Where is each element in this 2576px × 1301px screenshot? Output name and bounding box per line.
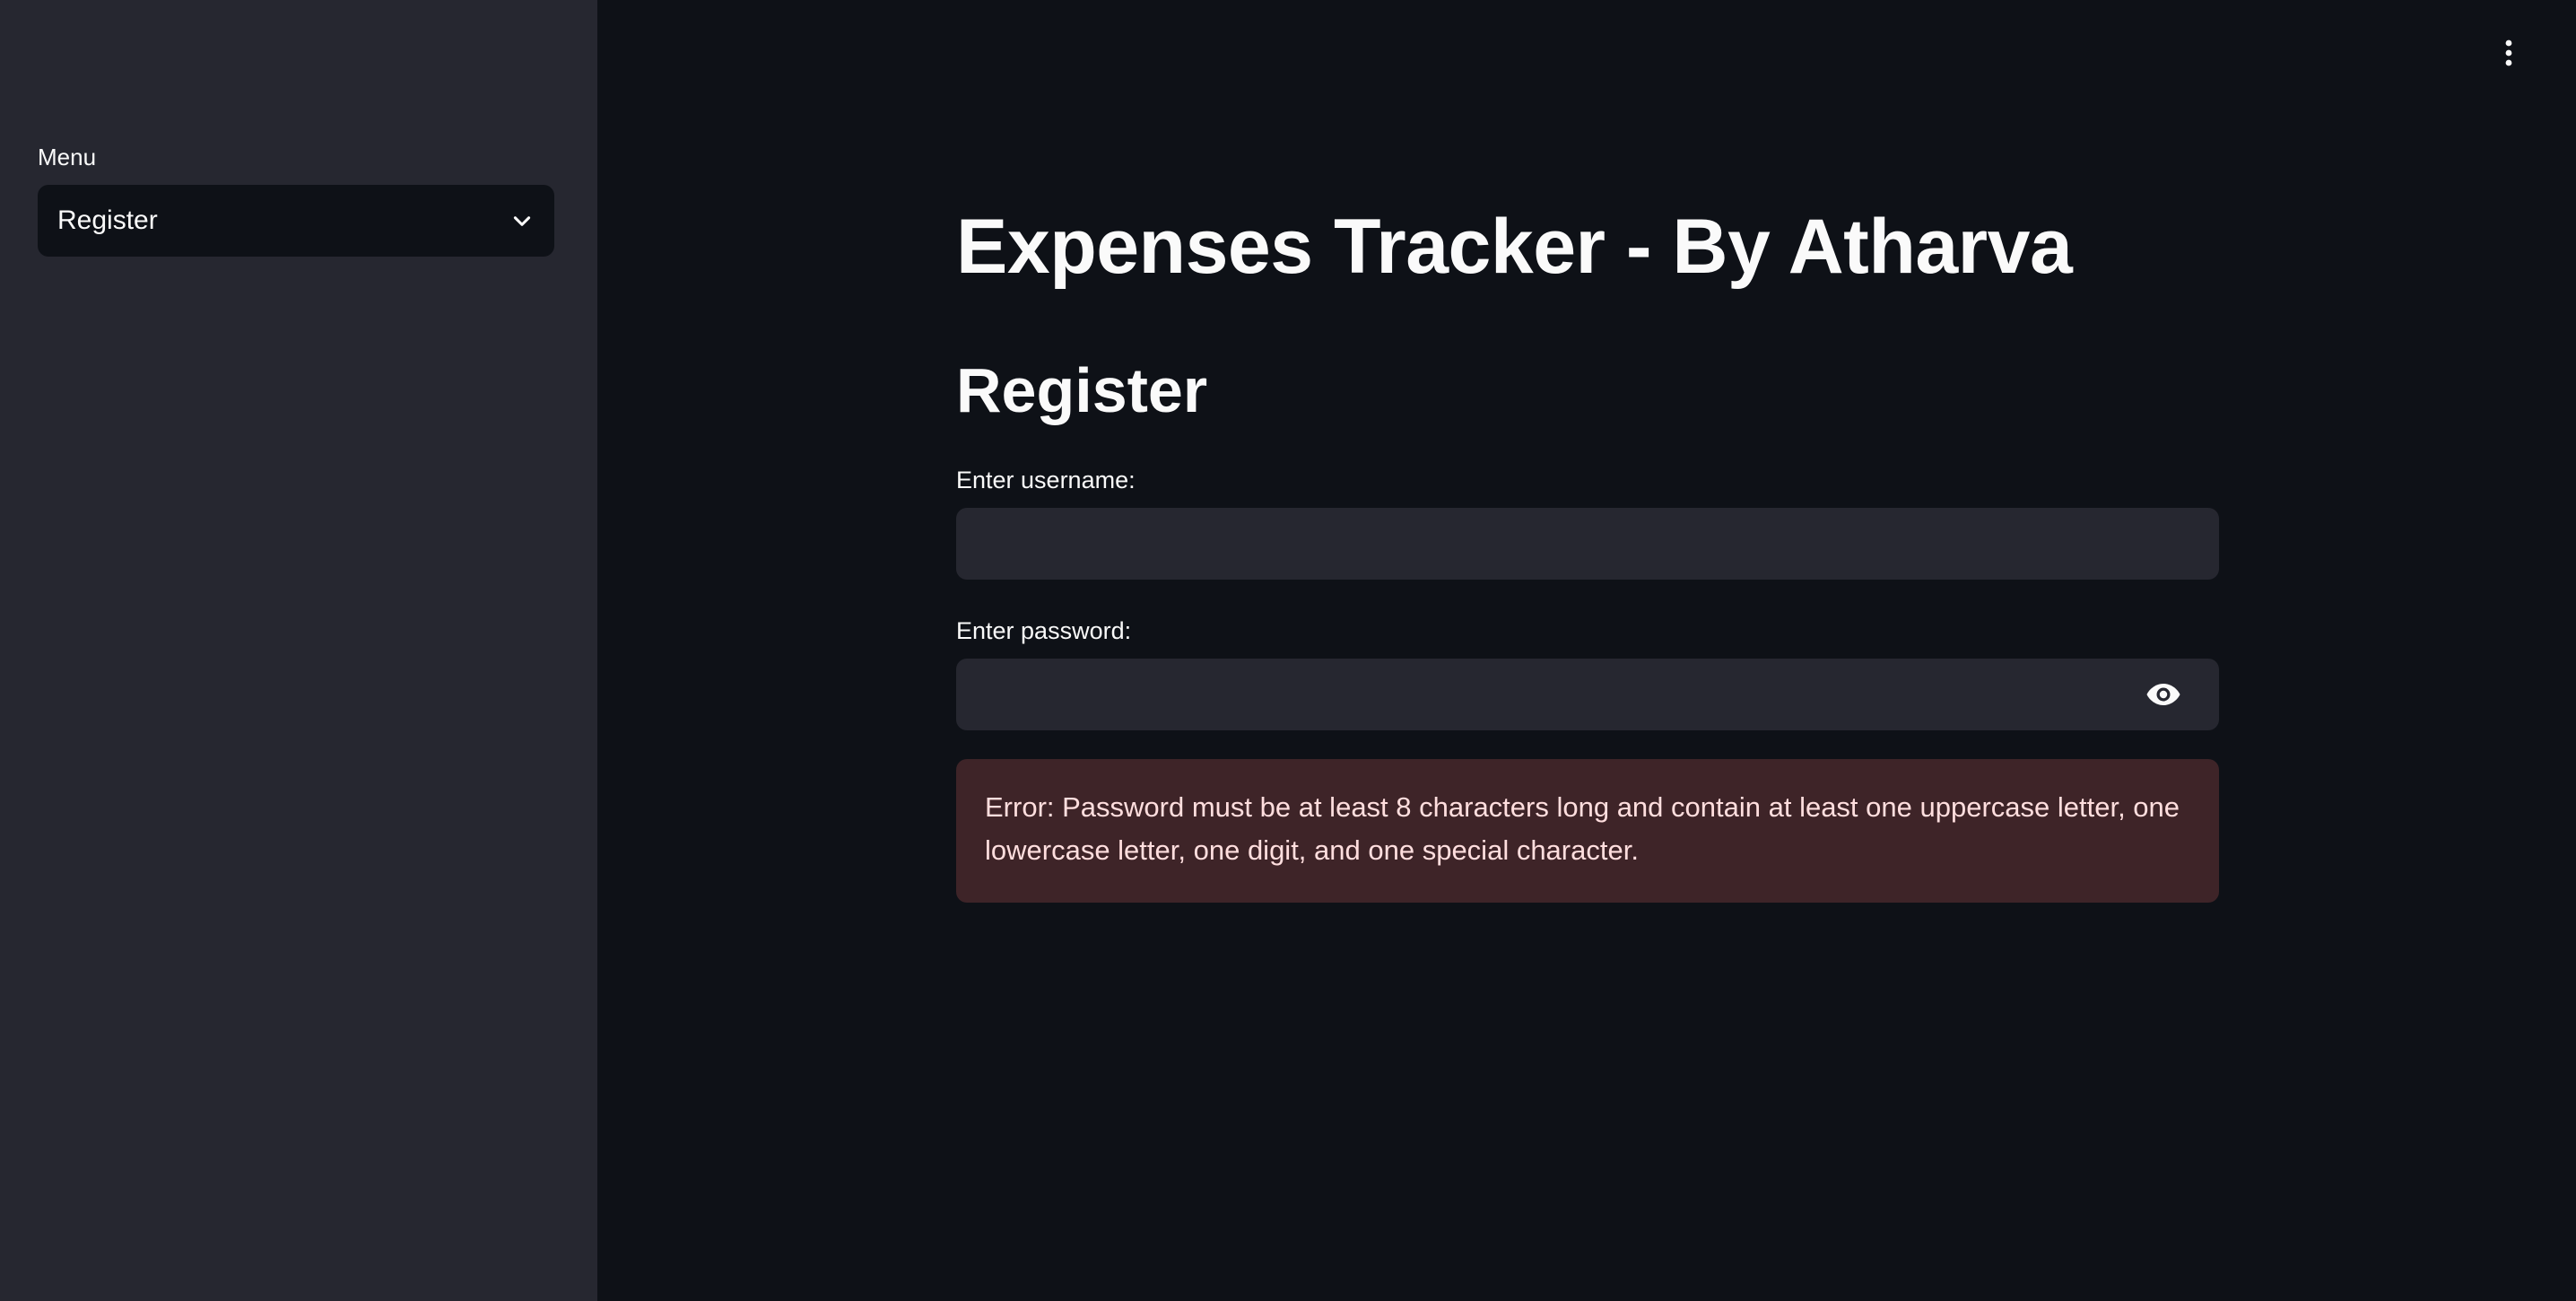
chevron-down-icon: [509, 208, 535, 233]
error-alert: Error: Password must be at least 8 chara…: [956, 759, 2219, 903]
username-input[interactable]: [956, 508, 2219, 580]
error-message: Error: Password must be at least 8 chara…: [985, 791, 2180, 866]
username-label: Enter username:: [956, 467, 1136, 493]
password-input[interactable]: [956, 659, 2219, 730]
password-label: Enter password:: [956, 617, 1132, 644]
sidebar: Menu Register: [0, 0, 597, 1301]
menu-select[interactable]: Register: [38, 185, 554, 257]
menu-label: Menu: [38, 144, 97, 170]
page-heading: Register: [956, 355, 1208, 425]
menu-select-value: Register: [57, 205, 158, 235]
password-field: [956, 659, 2219, 730]
three-dots-vertical-icon: [2503, 39, 2514, 72]
app-title: Expenses Tracker - By Atharva: [956, 204, 2073, 290]
eye-icon[interactable]: [2144, 677, 2183, 712]
main-menu-button[interactable]: [2490, 36, 2528, 74]
app-root: Menu Register Expenses Tracker - By Atha…: [0, 0, 2576, 1301]
